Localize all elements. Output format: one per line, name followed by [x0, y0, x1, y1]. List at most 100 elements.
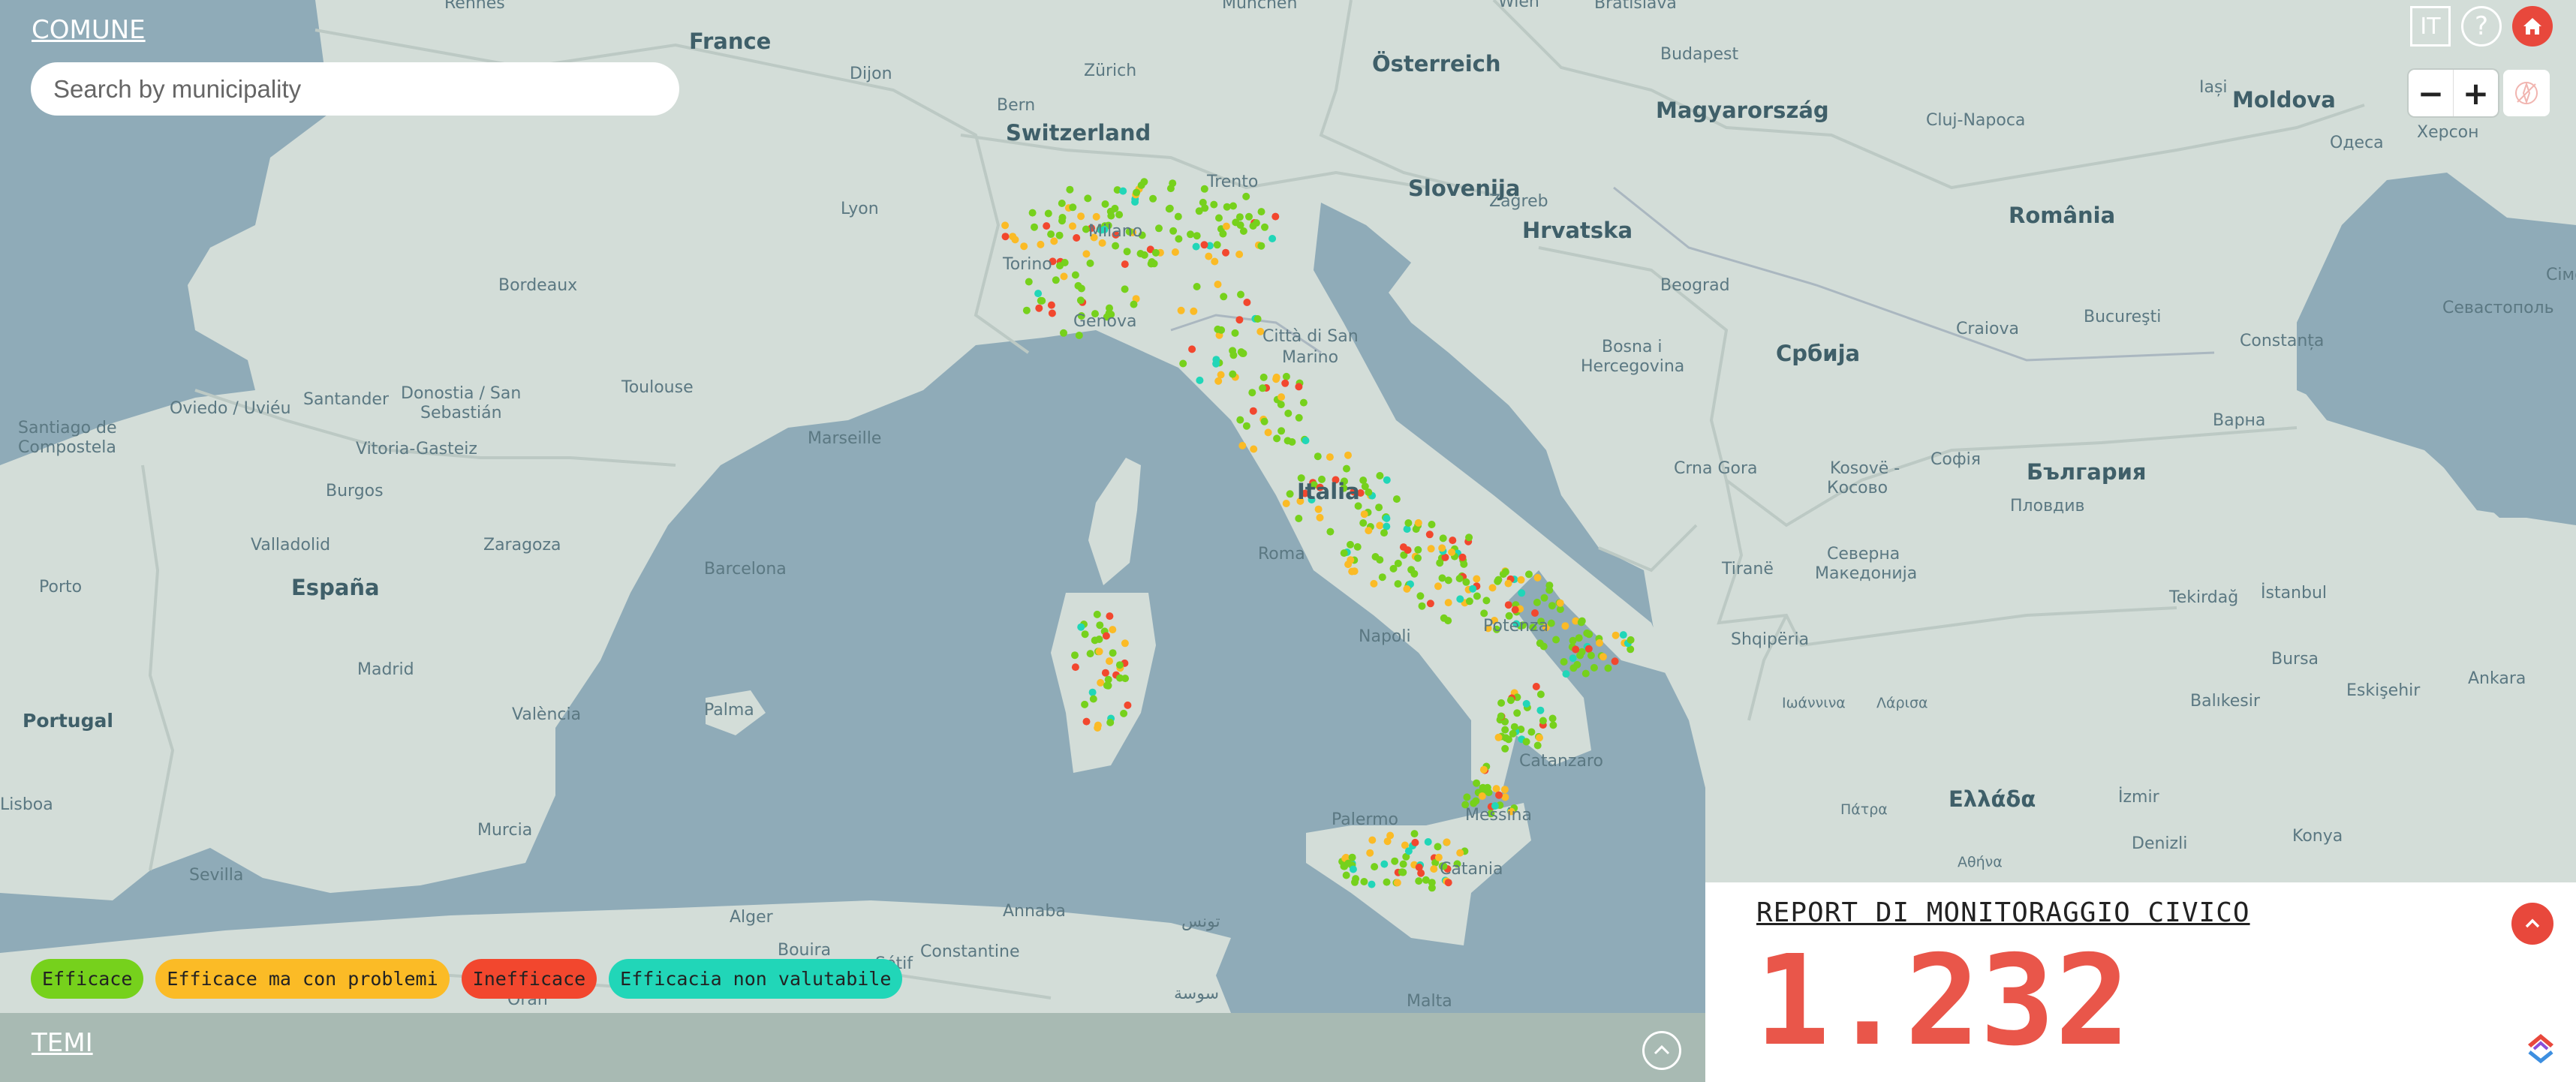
report-marker[interactable]: [1371, 863, 1379, 871]
report-marker[interactable]: [1150, 260, 1158, 268]
report-marker[interactable]: [1037, 296, 1045, 305]
language-button[interactable]: IT: [2410, 6, 2451, 47]
report-marker[interactable]: [1539, 717, 1547, 725]
chevron-up-icon[interactable]: [2511, 903, 2553, 945]
report-marker[interactable]: [1281, 379, 1290, 387]
report-marker[interactable]: [1088, 688, 1097, 696]
report-marker[interactable]: [1497, 699, 1506, 707]
report-marker[interactable]: [1353, 543, 1362, 551]
report-marker[interactable]: [1121, 260, 1129, 269]
report-marker[interactable]: [1214, 281, 1222, 288]
report-marker[interactable]: [1418, 602, 1426, 610]
report-marker[interactable]: [1060, 272, 1068, 281]
report-marker[interactable]: [1522, 738, 1530, 746]
report-marker[interactable]: [1082, 717, 1091, 726]
report-marker[interactable]: [1415, 877, 1423, 885]
report-marker[interactable]: [1458, 553, 1467, 561]
report-marker[interactable]: [1455, 575, 1464, 582]
report-marker[interactable]: [1001, 233, 1010, 241]
report-marker[interactable]: [1253, 315, 1262, 323]
report-marker[interactable]: [1106, 304, 1113, 312]
report-marker[interactable]: [1414, 518, 1422, 527]
report-marker[interactable]: [1366, 849, 1374, 857]
report-marker[interactable]: [1393, 879, 1401, 887]
report-marker[interactable]: [1136, 250, 1145, 257]
report-marker[interactable]: [1086, 259, 1094, 267]
legend-item-inefficace[interactable]: Inefficace: [461, 959, 597, 999]
temi-link[interactable]: TEMI: [32, 1028, 93, 1058]
report-marker[interactable]: [1193, 283, 1201, 290]
report-marker[interactable]: [1548, 714, 1557, 723]
report-marker[interactable]: [1205, 252, 1213, 260]
report-marker[interactable]: [1584, 645, 1593, 653]
report-marker[interactable]: [1211, 257, 1219, 266]
report-marker[interactable]: [1342, 871, 1350, 879]
report-marker[interactable]: [1612, 631, 1620, 639]
report-marker[interactable]: [1376, 521, 1384, 530]
report-marker[interactable]: [1383, 514, 1391, 522]
report-marker[interactable]: [1077, 623, 1085, 631]
home-icon[interactable]: [2512, 6, 2553, 47]
report-marker[interactable]: [1295, 515, 1303, 522]
report-marker[interactable]: [1286, 490, 1294, 498]
report-marker[interactable]: [1271, 212, 1280, 221]
report-marker[interactable]: [1536, 690, 1545, 699]
report-marker[interactable]: [1200, 241, 1208, 249]
report-marker[interactable]: [1443, 838, 1451, 846]
report-marker[interactable]: [1585, 630, 1593, 639]
report-marker[interactable]: [1533, 573, 1542, 582]
report-marker[interactable]: [1359, 519, 1368, 527]
report-marker[interactable]: [1556, 599, 1564, 607]
report-marker[interactable]: [1151, 248, 1160, 257]
report-marker[interactable]: [1187, 230, 1194, 239]
report-marker[interactable]: [1456, 849, 1464, 857]
report-marker[interactable]: [1277, 401, 1285, 409]
report-marker[interactable]: [1572, 645, 1580, 654]
report-marker[interactable]: [1093, 610, 1101, 618]
report-marker[interactable]: [1545, 586, 1554, 594]
report-marker[interactable]: [1434, 582, 1442, 591]
report-marker[interactable]: [1089, 695, 1097, 703]
report-marker[interactable]: [1217, 371, 1225, 379]
report-marker[interactable]: [1360, 510, 1368, 518]
report-marker[interactable]: [1425, 530, 1434, 539]
report-marker[interactable]: [1052, 276, 1060, 284]
report-marker[interactable]: [1398, 868, 1406, 876]
report-marker[interactable]: [1611, 657, 1619, 666]
report-marker[interactable]: [1416, 592, 1425, 600]
report-marker[interactable]: [1314, 452, 1322, 461]
report-marker[interactable]: [1462, 578, 1470, 586]
report-marker[interactable]: [1414, 546, 1422, 554]
report-marker[interactable]: [1095, 648, 1103, 656]
report-marker[interactable]: [1407, 566, 1416, 574]
report-marker[interactable]: [1302, 437, 1310, 445]
report-marker[interactable]: [1341, 862, 1349, 870]
report-marker[interactable]: [1257, 242, 1265, 250]
report-marker[interactable]: [1259, 384, 1267, 392]
report-marker[interactable]: [1111, 204, 1119, 212]
report-marker[interactable]: [1092, 212, 1100, 221]
report-marker[interactable]: [1242, 192, 1250, 200]
report-marker[interactable]: [1560, 658, 1568, 666]
report-marker[interactable]: [1248, 389, 1256, 397]
report-marker[interactable]: [1273, 434, 1281, 443]
report-marker[interactable]: [1011, 236, 1019, 244]
report-marker[interactable]: [1076, 296, 1085, 305]
report-title-link[interactable]: REPORT DI MONITORAGGIO CIVICO: [1756, 897, 2250, 928]
report-marker[interactable]: [1109, 649, 1117, 657]
report-marker[interactable]: [1071, 271, 1079, 279]
report-marker[interactable]: [1480, 609, 1488, 618]
report-marker[interactable]: [1488, 584, 1497, 592]
report-marker[interactable]: [1115, 661, 1124, 669]
report-marker[interactable]: [1188, 345, 1196, 353]
report-marker[interactable]: [1376, 472, 1384, 479]
report-marker[interactable]: [1394, 580, 1402, 588]
report-marker[interactable]: [1284, 409, 1293, 417]
report-marker[interactable]: [1494, 576, 1503, 584]
report-marker[interactable]: [1115, 211, 1124, 219]
report-marker[interactable]: [1101, 669, 1109, 677]
report-marker[interactable]: [1295, 413, 1303, 422]
compass-off-icon[interactable]: [2503, 70, 2550, 116]
report-marker[interactable]: [1360, 878, 1368, 885]
report-marker[interactable]: [1177, 306, 1185, 314]
